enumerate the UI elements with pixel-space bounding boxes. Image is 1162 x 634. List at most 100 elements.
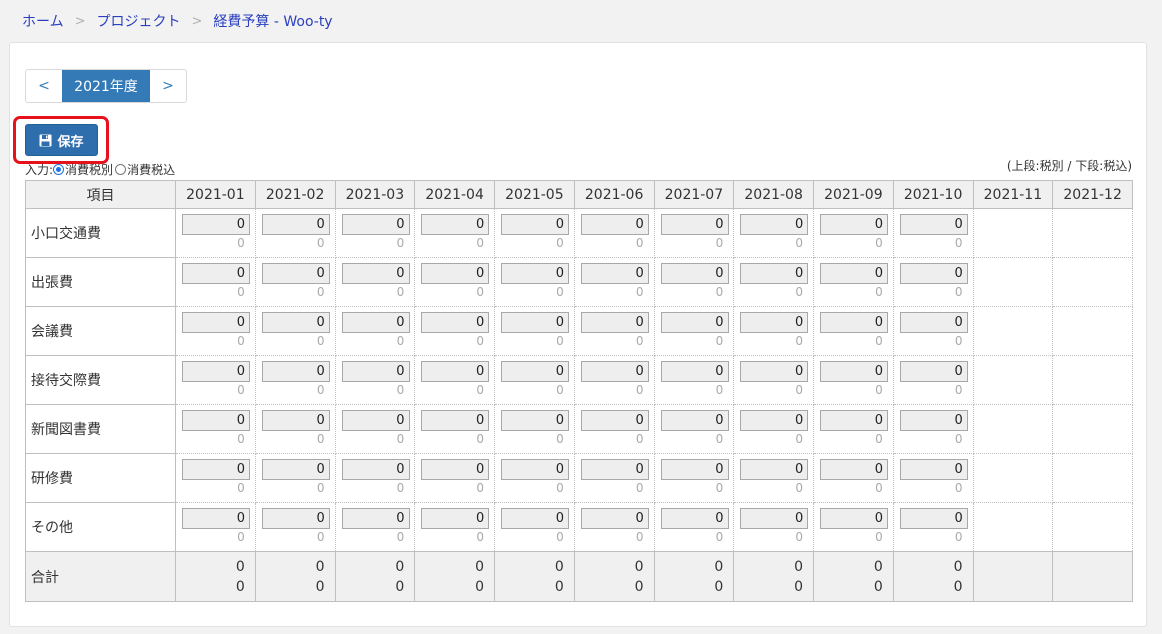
amount-input[interactable]: 0 bbox=[899, 459, 968, 480]
tax-included-value: 0 bbox=[237, 530, 245, 544]
amount-input[interactable]: 0 bbox=[740, 263, 809, 284]
amount-input[interactable]: 0 bbox=[580, 410, 649, 431]
amount-input[interactable]: 0 bbox=[740, 508, 809, 529]
amount-input[interactable]: 0 bbox=[740, 459, 809, 480]
budget-cell bbox=[1052, 306, 1133, 356]
amount-input[interactable]: 0 bbox=[341, 214, 410, 235]
amount-input[interactable]: 0 bbox=[501, 361, 569, 382]
amount-input[interactable]: 0 bbox=[261, 214, 330, 235]
amount-input[interactable]: 0 bbox=[820, 263, 888, 284]
amount-input[interactable]: 0 bbox=[820, 214, 888, 235]
budget-cell: 00 bbox=[573, 208, 655, 258]
budget-cell: 00 bbox=[414, 404, 495, 454]
budget-cell: 00 bbox=[494, 306, 575, 356]
tax-included-value: 0 bbox=[316, 236, 325, 250]
amount-input[interactable]: 0 bbox=[740, 312, 809, 333]
next-year-button[interactable]: > bbox=[150, 70, 186, 102]
amount-input[interactable]: 0 bbox=[421, 410, 490, 431]
budget-cell: 00 bbox=[892, 404, 974, 454]
save-button[interactable]: 保存 bbox=[25, 124, 98, 156]
amount-input[interactable]: 0 bbox=[341, 263, 410, 284]
amount-input[interactable]: 0 bbox=[261, 312, 330, 333]
amount-input[interactable]: 0 bbox=[660, 361, 729, 382]
item-column-header: 項目 bbox=[25, 180, 176, 209]
amount-input[interactable]: 0 bbox=[660, 410, 729, 431]
budget-cell: 00 bbox=[175, 355, 256, 405]
amount-input[interactable]: 0 bbox=[740, 410, 809, 431]
amount-input[interactable]: 0 bbox=[182, 459, 250, 480]
amount-input[interactable]: 0 bbox=[740, 361, 809, 382]
budget-cell: 00 bbox=[573, 453, 655, 503]
amount-input[interactable]: 0 bbox=[899, 214, 968, 235]
amount-input[interactable]: 0 bbox=[421, 263, 490, 284]
amount-input[interactable]: 0 bbox=[580, 214, 649, 235]
amount-input[interactable]: 0 bbox=[580, 263, 649, 284]
amount-input[interactable]: 0 bbox=[501, 214, 569, 235]
amount-input[interactable]: 0 bbox=[182, 263, 250, 284]
amount-input[interactable]: 0 bbox=[580, 459, 649, 480]
amount-input[interactable]: 0 bbox=[820, 312, 888, 333]
amount-input[interactable]: 0 bbox=[261, 508, 330, 529]
amount-input[interactable]: 0 bbox=[660, 508, 729, 529]
amount-input[interactable]: 0 bbox=[580, 312, 649, 333]
amount-input[interactable]: 0 bbox=[820, 410, 888, 431]
amount-input[interactable]: 0 bbox=[341, 312, 410, 333]
amount-input[interactable]: 0 bbox=[421, 508, 490, 529]
amount-input[interactable]: 0 bbox=[660, 459, 729, 480]
total-tax-excluded: 0 bbox=[395, 558, 405, 575]
amount-input[interactable]: 0 bbox=[182, 410, 250, 431]
amount-input[interactable]: 0 bbox=[820, 361, 888, 382]
amount-input[interactable]: 0 bbox=[820, 508, 888, 529]
tax-included-value: 0 bbox=[795, 236, 803, 250]
tax-included-value: 0 bbox=[476, 481, 484, 495]
amount-input[interactable]: 0 bbox=[261, 459, 330, 480]
breadcrumb-project-link[interactable]: プロジェクト bbox=[97, 11, 181, 31]
amount-input[interactable]: 0 bbox=[501, 312, 569, 333]
tax-excluded-radio[interactable]: 消費税別 bbox=[53, 161, 113, 178]
tax-included-value: 0 bbox=[795, 383, 803, 397]
amount-input[interactable]: 0 bbox=[421, 459, 490, 480]
amount-input[interactable]: 0 bbox=[660, 263, 729, 284]
breadcrumb-home-link[interactable]: ホーム bbox=[22, 11, 64, 31]
amount-input[interactable]: 0 bbox=[820, 459, 888, 480]
amount-input[interactable]: 0 bbox=[182, 312, 250, 333]
amount-input[interactable]: 0 bbox=[580, 508, 649, 529]
amount-input[interactable]: 0 bbox=[740, 214, 809, 235]
amount-input[interactable]: 0 bbox=[182, 214, 250, 235]
amount-input[interactable]: 0 bbox=[421, 361, 490, 382]
breadcrumb-current-link[interactable]: 経費予算 - Woo-ty bbox=[213, 11, 332, 31]
amount-input[interactable]: 0 bbox=[580, 361, 649, 382]
amount-input[interactable]: 0 bbox=[421, 214, 490, 235]
amount-input[interactable]: 0 bbox=[182, 361, 250, 382]
amount-input[interactable]: 0 bbox=[341, 508, 410, 529]
amount-input[interactable]: 0 bbox=[341, 459, 410, 480]
amount-input[interactable]: 0 bbox=[899, 361, 968, 382]
tax-included-value: 0 bbox=[954, 530, 963, 544]
amount-input[interactable]: 0 bbox=[899, 508, 968, 529]
amount-input[interactable]: 0 bbox=[261, 361, 330, 382]
budget-cell: 00 bbox=[334, 502, 416, 552]
amount-input[interactable]: 0 bbox=[501, 263, 569, 284]
amount-input[interactable]: 0 bbox=[261, 410, 330, 431]
amount-input[interactable]: 0 bbox=[421, 312, 490, 333]
tax-included-radio[interactable]: 消費税込 bbox=[115, 161, 175, 178]
amount-input[interactable]: 0 bbox=[501, 410, 569, 431]
amount-input[interactable]: 0 bbox=[899, 410, 968, 431]
amount-input[interactable]: 0 bbox=[501, 508, 569, 529]
amount-input[interactable]: 0 bbox=[501, 459, 569, 480]
budget-cell: 00 bbox=[494, 208, 575, 258]
month-column-header: 2021-02 bbox=[254, 180, 336, 209]
amount-input[interactable]: 0 bbox=[660, 312, 729, 333]
amount-input[interactable]: 0 bbox=[341, 410, 410, 431]
budget-cell: 00 bbox=[653, 208, 735, 258]
budget-cell: 00 bbox=[813, 404, 894, 454]
amount-input[interactable]: 0 bbox=[660, 214, 729, 235]
tax-included-value: 0 bbox=[237, 236, 245, 250]
amount-input[interactable]: 0 bbox=[899, 312, 968, 333]
total-tax-included: 0 bbox=[395, 578, 405, 595]
amount-input[interactable]: 0 bbox=[182, 508, 250, 529]
amount-input[interactable]: 0 bbox=[899, 263, 968, 284]
prev-year-button[interactable]: < bbox=[26, 70, 62, 102]
amount-input[interactable]: 0 bbox=[261, 263, 330, 284]
amount-input[interactable]: 0 bbox=[341, 361, 410, 382]
